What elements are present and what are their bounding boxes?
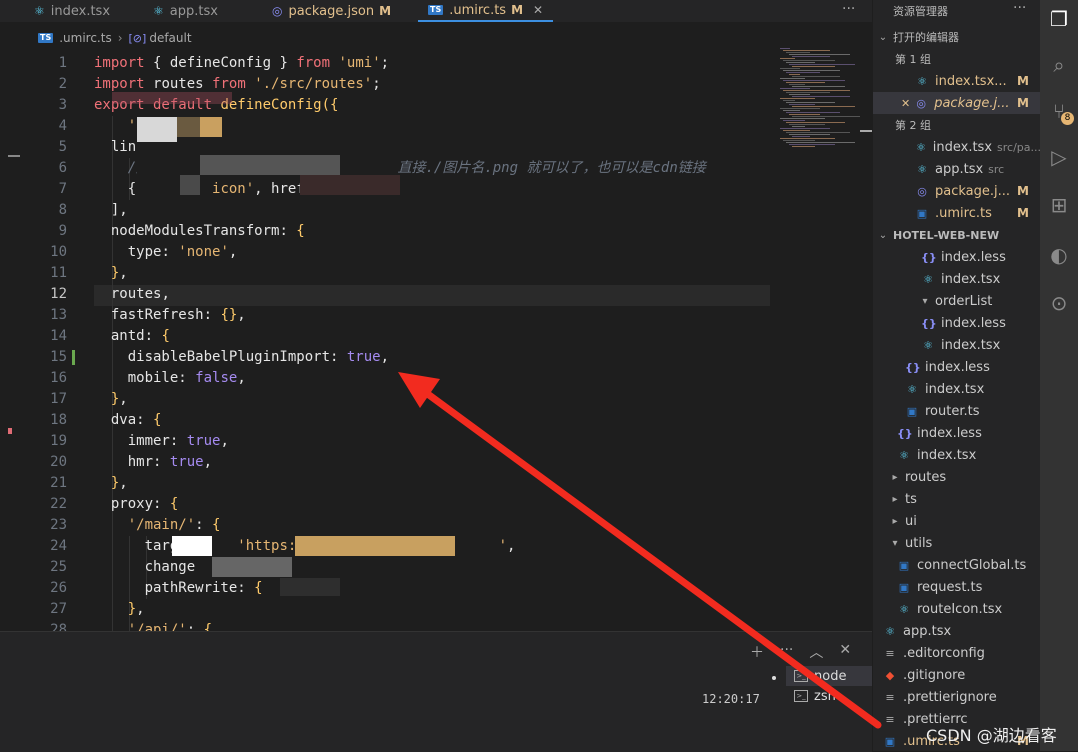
watermark: CSDN @湖边看客 [926, 726, 1057, 745]
red-arrow-annotation [398, 372, 882, 729]
arrow-shaft [421, 388, 882, 729]
